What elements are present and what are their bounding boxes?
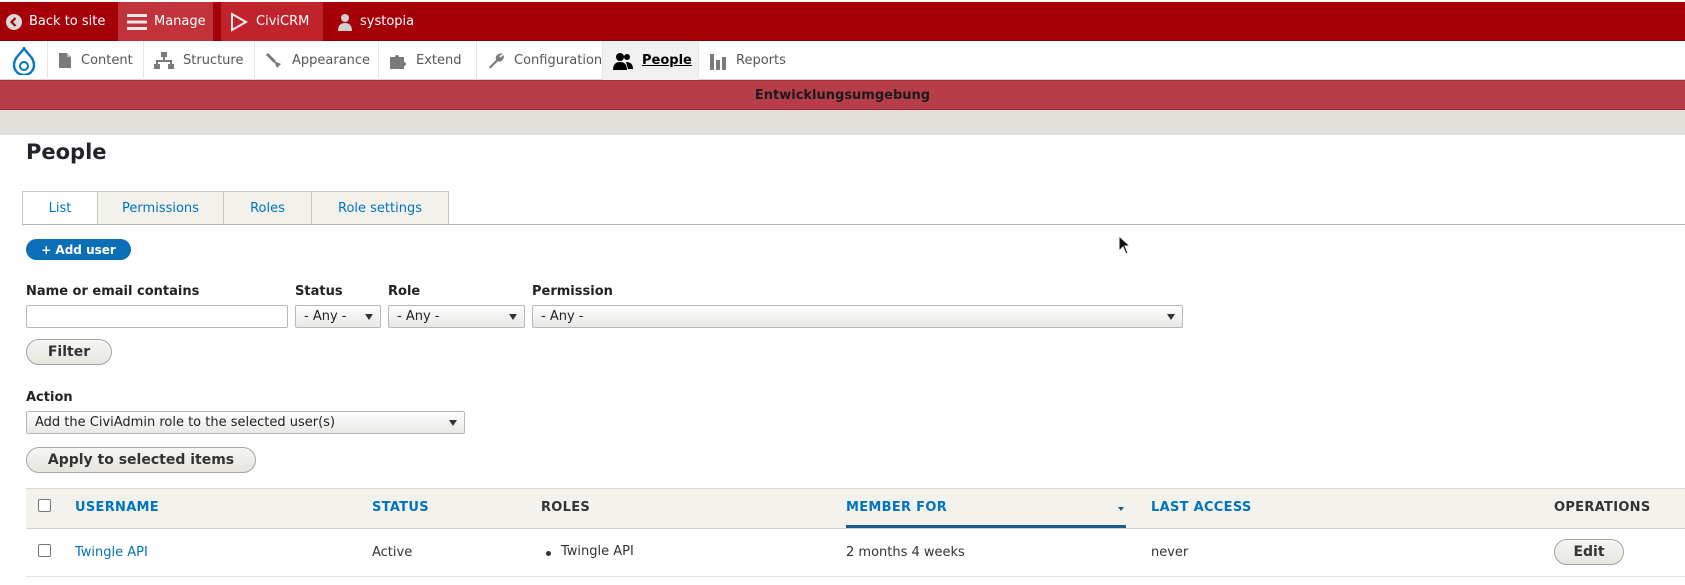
manage-tab[interactable]: Manage (118, 2, 213, 41)
tray-label-people: People (642, 53, 692, 68)
row-select-checkbox[interactable] (38, 544, 51, 557)
apply-selected-button[interactable]: Apply to selected items (26, 447, 256, 473)
action-select-value: Add the CiviAdmin role to the selected u… (35, 415, 336, 430)
tray-item-configuration[interactable]: Configuration (476, 41, 602, 80)
tray-item-appearance[interactable]: Appearance (254, 41, 378, 80)
people-icon (613, 52, 633, 70)
sort-desc-icon (1118, 507, 1124, 511)
column-operations: OPERATIONS (1554, 500, 1651, 515)
user-status: Active (372, 545, 413, 560)
status-filter-label: Status (295, 284, 343, 299)
hamburger-icon (127, 13, 147, 31)
back-arrow-icon (6, 13, 22, 30)
bar-chart-icon (709, 52, 727, 70)
tray-label-configuration: Configuration (514, 53, 603, 68)
last-access-value: never (1151, 545, 1189, 560)
back-to-site-link[interactable]: Back to site (0, 2, 118, 41)
action-select[interactable]: Add the CiviAdmin role to the selected u… (26, 411, 465, 434)
file-icon (58, 52, 72, 69)
chevron-down-icon (365, 314, 373, 320)
edit-user-button[interactable]: Edit (1554, 539, 1624, 565)
chevron-down-icon (509, 314, 517, 320)
filter-button[interactable]: Filter (26, 339, 112, 365)
member-for-value: 2 months 4 weeks (846, 545, 965, 560)
tray-label-content: Content (81, 53, 133, 68)
paintbrush-icon (265, 52, 283, 70)
name-email-input[interactable] (26, 305, 288, 328)
active-sort-indicator (846, 525, 1126, 528)
tray-item-reports[interactable]: Reports (698, 41, 800, 80)
column-last-access[interactable]: LAST ACCESS (1151, 500, 1252, 515)
manage-label: Manage (154, 14, 206, 29)
tab-roles[interactable]: Roles (223, 191, 312, 225)
tray-item-people[interactable]: People (602, 41, 698, 80)
drupal-logo-icon[interactable] (0, 41, 47, 80)
sitemap-icon (154, 51, 174, 70)
tab-permissions[interactable]: Permissions (97, 191, 224, 225)
user-icon (337, 13, 353, 31)
permission-select-value: - Any - (541, 309, 584, 324)
tray-label-appearance: Appearance (292, 53, 371, 68)
chevron-down-icon (449, 420, 457, 426)
status-select-value: - Any - (304, 309, 347, 324)
admin-toolbar: Back to site Manage CiviCRM systopia (0, 2, 1685, 41)
tray-label-extend: Extend (416, 53, 462, 68)
tab-role-settings[interactable]: Role settings (311, 191, 449, 225)
tray-label-structure: Structure (183, 53, 244, 68)
role-select[interactable]: - Any - (388, 305, 525, 328)
action-label: Action (26, 390, 73, 405)
tray-item-structure[interactable]: Structure (143, 41, 254, 80)
mouse-cursor-icon (1118, 234, 1132, 259)
user-label: systopia (360, 14, 415, 29)
role-bullet (546, 551, 551, 556)
tab-list[interactable]: List (22, 191, 98, 226)
tabs-divider (22, 224, 1685, 225)
column-roles: ROLES (541, 500, 591, 515)
breadcrumb-bar (0, 110, 1685, 135)
role-select-value: - Any - (397, 309, 440, 324)
page-title: People (26, 140, 107, 164)
wrench-icon (487, 52, 505, 70)
chevron-down-icon (1167, 314, 1175, 320)
column-username[interactable]: USERNAME (75, 500, 159, 515)
tray-item-content[interactable]: Content (47, 41, 143, 80)
permission-select[interactable]: - Any - (532, 305, 1183, 328)
select-all-checkbox[interactable] (38, 499, 51, 512)
environment-indicator: Entwicklungsumgebung (0, 80, 1685, 110)
status-select[interactable]: - Any - (295, 305, 381, 328)
user-role: Twingle API (561, 544, 634, 559)
user-tab[interactable]: systopia (333, 2, 443, 41)
tray-label-reports: Reports (736, 53, 786, 68)
username-link[interactable]: Twingle API (75, 545, 148, 560)
civicrm-label: CiviCRM (256, 14, 310, 29)
civicrm-logo-icon (229, 11, 249, 32)
add-user-button[interactable]: + Add user (26, 239, 131, 260)
column-member-for[interactable]: MEMBER FOR (846, 500, 947, 515)
puzzle-icon (389, 52, 407, 70)
role-filter-label: Role (388, 284, 421, 299)
civicrm-tab[interactable]: CiviCRM (221, 2, 323, 41)
column-status[interactable]: STATUS (372, 500, 429, 515)
admin-tray: Content Structure Appearance Extend Conf… (0, 41, 1685, 80)
permission-filter-label: Permission (532, 284, 613, 299)
name-filter-label: Name or email contains (26, 284, 200, 299)
tray-item-extend[interactable]: Extend (378, 41, 476, 80)
back-to-site-label: Back to site (29, 14, 106, 29)
